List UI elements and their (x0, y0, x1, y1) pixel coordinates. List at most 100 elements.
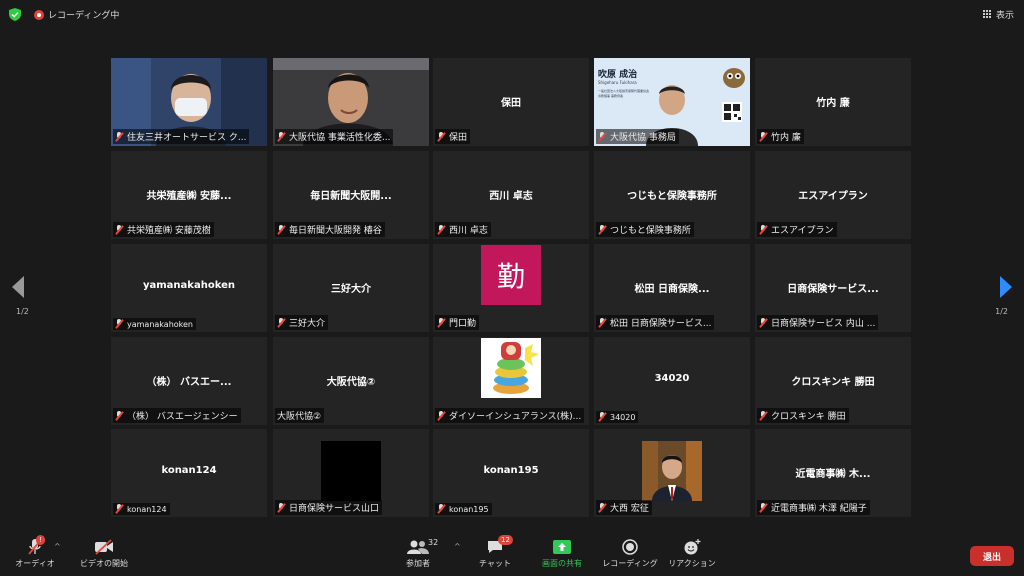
share-screen-icon (553, 540, 571, 554)
participant-tile[interactable]: ダイソーインシュアランス(株)... (433, 337, 589, 425)
participant-tile[interactable]: 竹内 廉竹内 廉 (755, 58, 911, 146)
video-label: ビデオの開始 (80, 559, 128, 568)
participant-name-label: 近電商事㈱ 木澤 紀陽子 (757, 500, 870, 515)
participants-options-caret-icon[interactable]: ^ (454, 542, 461, 551)
participant-name-label: konan124 (113, 503, 170, 515)
microphone-muted-icon (115, 131, 124, 142)
participant-tile[interactable]: konan124 konan124 (111, 429, 267, 517)
participant-tile[interactable]: 保田 保田 (433, 58, 589, 146)
smiley-plus-icon (684, 539, 701, 555)
participant-tile[interactable]: 共栄殖産㈱ 安藤... 共栄殖産㈱ 安藤茂樹 (111, 151, 267, 239)
view-label: 表示 (995, 11, 1014, 21)
meeting-toolbar: ! オーディオ ^ ビデオの開始 32 参加者 ^ 12 チャット 画面の共有 … (0, 532, 1024, 576)
chat-unread-badge: 12 (498, 535, 513, 545)
microphone-muted-icon (277, 502, 286, 513)
participant-tile[interactable]: クロスキンキ 勝田 クロスキンキ 勝田 (755, 337, 911, 425)
microphone-muted-icon (437, 504, 446, 514)
participant-display-name: 毎日新聞大阪開... (310, 191, 392, 202)
participant-name-label: 三好大介 (275, 315, 329, 330)
participant-tile[interactable]: 大阪代協② 大阪代協② (273, 337, 429, 425)
participant-name-label: 西川 卓志 (435, 222, 491, 237)
participant-tile[interactable]: つじもと保険事務所 つじもと保険事務所 (594, 151, 750, 239)
participant-name-label: （株） バスエージェンシー (113, 408, 241, 423)
reactions-button[interactable]: リアクション (666, 538, 718, 569)
participant-name: 大阪代協② (277, 412, 322, 422)
microphone-muted-icon (437, 410, 446, 421)
microphone-muted-icon (115, 504, 124, 514)
recording-icon (34, 9, 44, 20)
participant-display-name: yamanakahoken (143, 280, 235, 291)
chat-button[interactable]: 12 チャット (478, 535, 513, 569)
participant-display-name: konan124 (161, 465, 217, 476)
participant-name-label: 松田 日商保険サービス... (596, 315, 715, 330)
avatar-kanji: 勤 (496, 260, 525, 293)
microphone-muted-icon (115, 224, 124, 235)
leave-meeting-button[interactable]: 退出 (970, 546, 1014, 566)
participants-button[interactable]: 32 参加者 (398, 538, 438, 569)
microphone-muted-icon (598, 317, 607, 328)
top-bar: レコーディング中 表示 (0, 0, 1024, 30)
participant-tile[interactable]: 日商保険サービス... 日商保険サービス 内山 ... (755, 244, 911, 332)
participant-name-label: 大阪代協 事業活性化委... (275, 129, 394, 144)
participant-tile[interactable]: yamanakahoken yamanakahoken (111, 244, 267, 332)
participant-tile[interactable]: 大阪代協 事業活性化委... (273, 58, 429, 146)
gallery-grid-icon (982, 10, 992, 19)
microphone-muted-icon (437, 317, 446, 328)
chat-label: チャット (479, 559, 511, 568)
participant-tile[interactable]: 近電商事㈱ 木... 近電商事㈱ 木澤 紀陽子 (755, 429, 911, 517)
participant-tile[interactable]: エスアイプラン エスアイプラン (755, 151, 911, 239)
participant-name: 近電商事㈱ 木澤 紀陽子 (771, 504, 867, 514)
previous-page-arrow-icon[interactable] (12, 276, 24, 298)
microphone-muted-icon (759, 317, 768, 328)
participant-tile[interactable]: 日商保険サービス山口 (273, 429, 429, 517)
participant-tile[interactable]: 西川 卓志 西川 卓志 (433, 151, 589, 239)
participant-name-label: 大西 宏征 (596, 500, 652, 515)
participant-tile[interactable]: 松田 日商保険... 松田 日商保険サービス... (594, 244, 750, 332)
participant-display-name: エスアイプラン (798, 191, 868, 202)
participant-display-name: 竹内 廉 (816, 98, 850, 109)
participant-tile[interactable]: 大西 宏征 (594, 429, 750, 517)
view-button[interactable]: 表示 (982, 8, 1014, 21)
page-indicator-right: 1/2 (995, 307, 1008, 316)
participant-tile[interactable]: 三好大介 三好大介 (273, 244, 429, 332)
participant-name-label: ダイソーインシュアランス(株)... (435, 408, 585, 423)
microphone-muted-icon (277, 317, 286, 328)
microphone-muted-icon (598, 502, 607, 513)
recording-indicator: レコーディング中 (34, 8, 119, 21)
avatar-photo (642, 441, 702, 501)
participant-name-label: エスアイプラン (757, 222, 837, 237)
participant-name-label: 毎日新聞大阪開発 椿谷 (275, 222, 385, 237)
participant-tile[interactable]: （株） バスエー... （株） バスエージェンシー (111, 337, 267, 425)
participant-name-label: つじもと保険事務所 (596, 222, 694, 237)
participant-display-name: クロスキンキ 勝田 (791, 377, 875, 388)
start-video-button[interactable]: ビデオの開始 (76, 538, 132, 569)
participant-name: 日商保険サービス 内山 ... (771, 319, 876, 329)
record-icon (622, 539, 638, 555)
microphone-muted-icon (437, 131, 446, 142)
participant-tile[interactable]: 住友三井オートサービス ク... (111, 58, 267, 146)
participant-name: konan195 (449, 504, 489, 514)
participant-display-name: 松田 日商保険... (634, 284, 710, 295)
avatar: 勤 (481, 245, 541, 305)
next-page-arrow-icon[interactable] (1000, 276, 1012, 298)
participant-name-label: 共栄殖産㈱ 安藤茂樹 (113, 222, 214, 237)
participants-label: 参加者 (406, 559, 430, 568)
participant-name-label: 日商保険サービス 内山 ... (757, 315, 879, 330)
participant-tile[interactable]: konan195 konan195 (433, 429, 589, 517)
participant-tile[interactable]: 34020 34020 (594, 337, 750, 425)
participant-tile[interactable]: 毎日新聞大阪開... 毎日新聞大阪開発 椿谷 (273, 151, 429, 239)
microphone-muted-icon (759, 131, 768, 142)
audio-options-caret-icon[interactable]: ^ (54, 542, 61, 551)
share-screen-button[interactable]: 画面の共有 (536, 538, 588, 569)
security-shield-icon[interactable] (9, 8, 21, 21)
record-label: レコーディング (602, 559, 658, 568)
microphone-muted-icon (598, 224, 607, 235)
participant-display-name: 三好大介 (331, 284, 371, 295)
record-button[interactable]: レコーディング (602, 538, 658, 569)
participant-tile[interactable]: 勤 門口勤 (433, 244, 589, 332)
participant-gallery: 住友三井オートサービス ク... 大阪代協 事業活性化委... 保田 保田 吹原 成… (111, 58, 915, 518)
microphone-muted-icon (759, 502, 768, 513)
audio-button[interactable]: ! オーディオ (14, 535, 56, 569)
microphone-muted-icon (115, 410, 124, 421)
participant-tile[interactable]: 吹原 成治 Shigeharu Fukihara 一般社団法人大阪損害保険代理業… (594, 58, 750, 146)
